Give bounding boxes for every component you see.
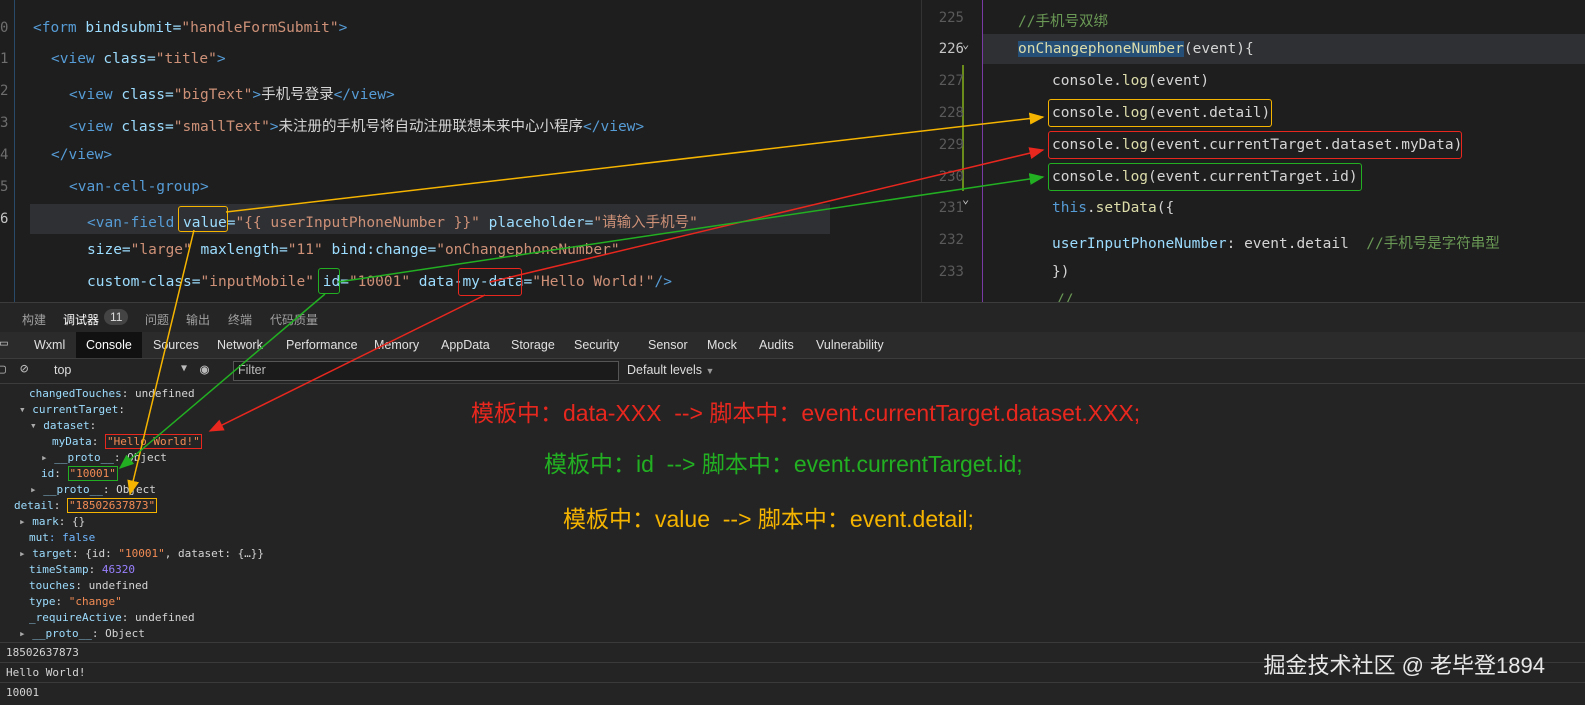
console-row: touches: undefined [29,579,149,592]
clear-console-icon[interactable]: ⊘ [20,361,28,377]
tab-audits[interactable]: Audits [759,332,794,358]
code-line: size="large" maxlength="11" bind:change=… [87,242,620,258]
tab-code-quality[interactable]: 代码质量 [270,311,318,328]
console-log-output: 10001 [6,686,40,699]
code-line: <view class="smallText">未注册的手机号将自动注册联想未来… [69,119,645,135]
devtools-tab-bar: ▭ Wxml Console Sources Network Performan… [0,332,1585,359]
line-number: 233 [938,264,964,280]
line-number: 231 [938,200,964,216]
inspect-icon[interactable]: ▭ [0,336,8,351]
divider [0,682,1585,683]
console-row[interactable]: ▸ __proto__: Object [30,483,156,496]
line-number: 6 [0,211,9,227]
code-line: onChangephoneNumber(event){ [1018,41,1254,57]
code-line: <form bindsubmit="handleFormSubmit"> [33,20,348,36]
line-number: 226 [938,41,964,57]
line-number: 3 [0,115,9,131]
left-code-editor[interactable]: 0 1 2 3 4 5 6 <form bindsubmit="handleFo… [0,0,920,302]
tab-performance[interactable]: Performance [286,332,358,358]
line-number: 1 [0,51,9,67]
line-number: 232 [938,232,964,248]
indent-guide [982,0,983,302]
tab-sources[interactable]: Sources [153,332,199,358]
panel-tab-bar: 构建 调试器 11 问题 输出 终端 代码质量 [0,302,1585,333]
console-row: myData: "Hello World!" [52,434,202,449]
console-row[interactable]: ▾ dataset: [30,419,96,432]
filter-input[interactable]: Filter [233,361,619,381]
code-line: <van-cell-group> [69,179,209,195]
console-row: timeStamp: 46320 [29,563,135,576]
tab-terminal[interactable]: 终端 [228,311,252,328]
tab-security[interactable]: Security [574,332,619,358]
tab-vulnerability[interactable]: Vulnerability [816,332,884,358]
sidebar-toggle-icon[interactable]: ▢ [0,362,6,377]
console-log-output: 18502637873 [6,646,79,659]
annotation-dataset: 模板中：data-XXX --> 脚本中：event.currentTarget… [471,400,1141,426]
line-number: 4 [0,147,9,163]
line-number: 229 [938,137,964,153]
fold-chevron-icon[interactable]: ⌄ [962,192,969,206]
code-line: console.log(event.currentTarget.id) [1052,169,1358,185]
tab-network[interactable]: Network [217,332,263,358]
console-row: changedTouches: undefined [29,387,195,400]
tab-debugger[interactable]: 调试器 [63,311,99,328]
code-line: </view> [51,147,113,163]
console-row: detail: "18502637873" [14,498,158,513]
console-row[interactable]: ▸ mark: {} [19,515,85,528]
code-line: <view class="bigText">手机号登录</view> [69,87,395,103]
tab-output[interactable]: 输出 [186,311,210,328]
line-number: 227 [938,73,964,89]
line-number: 228 [938,105,964,121]
tab-problems[interactable]: 问题 [145,311,169,328]
watermark: 掘金技术社区 @ 老毕登1894 [1263,653,1546,678]
tab-sensor[interactable]: Sensor [648,332,688,358]
eye-icon[interactable]: ◉ [200,360,209,378]
code-line: // [1056,292,1074,302]
debugger-count-badge: 11 [104,309,129,325]
code-line: //手机号双绑 [1018,14,1108,30]
code-line: }) [1052,264,1070,280]
console-toolbar: ▢ ⊘ top ▼ ◉ Filter Default levels ▼ [0,359,1585,384]
line-number: 225 [938,10,964,26]
console-log-output: Hello World! [6,666,86,679]
line-number: 230 [938,169,964,185]
tab-console[interactable]: Console [76,332,142,358]
tab-memory[interactable]: Memory [374,332,419,358]
console-row: mut: false [29,531,96,544]
code-line: this.setData({ [1052,200,1175,216]
right-code-editor[interactable]: 225 226 227 228 229 230 231 232 233 ⌄ ⌄ … [921,0,1585,302]
code-line: custom-class="inputMobile" id="10001" da… [87,274,672,290]
console-row[interactable]: ▸ __proto__: Object [41,451,167,464]
code-line: userInputPhoneNumber: event.detail //手机号… [1052,236,1500,252]
console-row[interactable]: ▸ target: {id: "10001", dataset: {…}} [19,547,264,560]
line-number: 0 [0,20,9,36]
tab-build[interactable]: 构建 [22,311,46,328]
divider [0,642,1585,643]
code-line: console.log(event) [1052,73,1210,89]
console-row: type: "change" [29,595,122,608]
context-select[interactable]: top [54,363,71,377]
annotation-value: 模板中：value --> 脚本中：event.detail; [563,506,974,532]
console-row[interactable]: ▾ currentTarget: [19,403,125,416]
annotation-id: 模板中：id --> 脚本中：event.currentTarget.id; [544,451,1023,477]
log-levels-select[interactable]: Default levels ▼ [627,363,714,377]
line-number: 2 [0,83,9,99]
tab-appdata[interactable]: AppData [441,332,490,358]
tab-storage[interactable]: Storage [511,332,555,358]
code-line: <van-field value="{{ userInputPhoneNumbe… [87,215,698,231]
code-line: console.log(event.detail) [1052,105,1271,121]
line-number: 5 [0,179,9,195]
console-row: _requireActive: undefined [29,611,195,624]
chevron-down-icon[interactable]: ▼ [181,363,187,374]
editor-gutter-marker [14,0,15,302]
code-line: <view class="title"> [51,51,226,67]
tab-wxml[interactable]: Wxml [34,332,65,358]
filter-placeholder: Filter [238,363,266,377]
code-line: console.log(event.currentTarget.dataset.… [1052,137,1463,153]
fold-chevron-icon[interactable]: ⌄ [962,37,969,51]
console-row[interactable]: ▸ __proto__: Object [19,627,145,640]
console-row: id: "10001" [41,466,118,481]
tab-mock[interactable]: Mock [707,332,737,358]
